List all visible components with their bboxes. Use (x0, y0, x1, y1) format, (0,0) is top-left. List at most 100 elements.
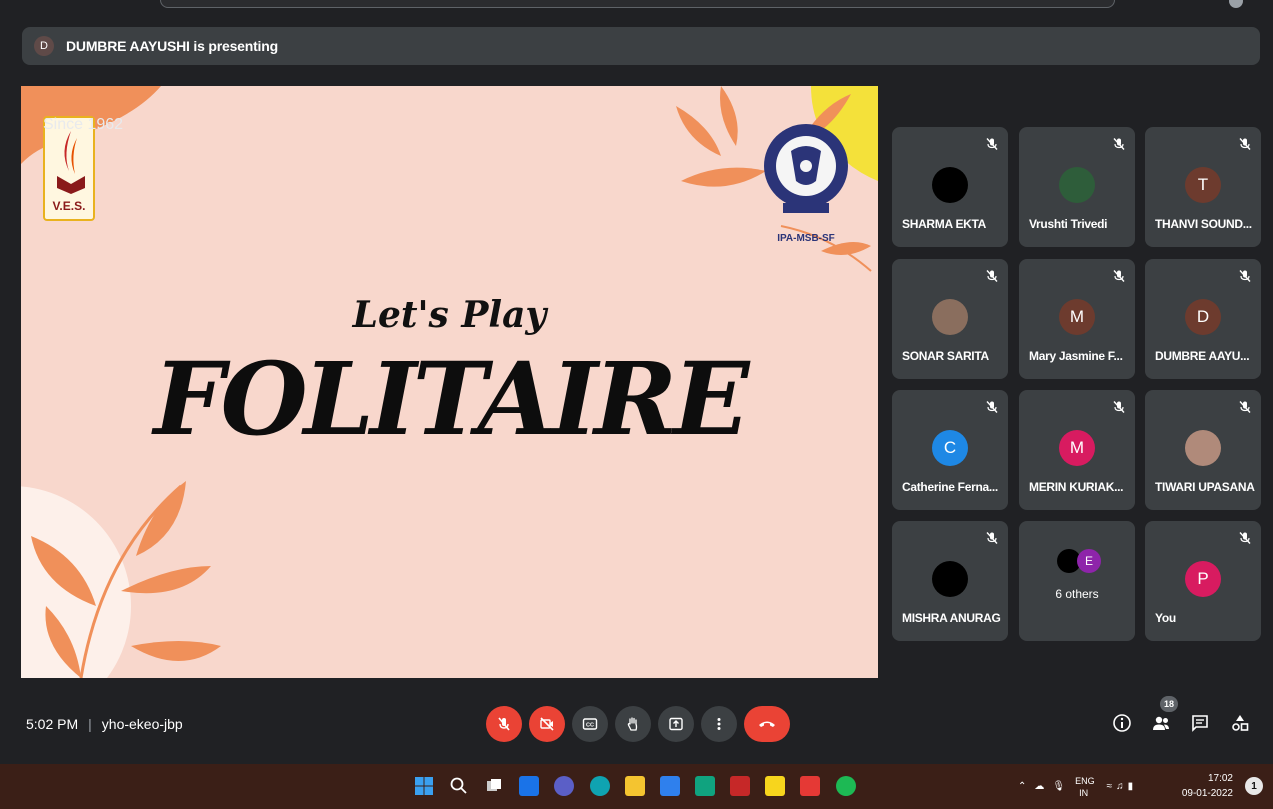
participant-avatar: T (1185, 167, 1221, 203)
participant-avatar (932, 561, 968, 597)
mic-off-icon (985, 137, 999, 151)
meeting-code[interactable]: yho-ekeo-jbp (102, 716, 183, 732)
end-call-icon (759, 721, 775, 727)
sticky-notes-icon[interactable] (765, 776, 785, 796)
taskbar-time: 17:02 (1207, 773, 1233, 784)
mic-off-icon (1112, 400, 1126, 414)
participant-avatar: P (1185, 561, 1221, 597)
more-options-button[interactable] (701, 706, 737, 742)
mcafee-icon[interactable] (730, 776, 750, 796)
spotify-icon[interactable] (836, 776, 856, 796)
taskbar-date: 09-01-2022 (1181, 788, 1233, 799)
participant-tile[interactable]: Vrushti Trivedi (1019, 127, 1135, 247)
participant-tile[interactable]: M MERIN KURIAK... (1019, 390, 1135, 510)
svg-text:CC: CC (586, 723, 594, 729)
participant-tile[interactable]: SONAR SARITA (892, 259, 1008, 379)
participant-avatar: D (1185, 299, 1221, 335)
presentation-slide: V.E.S. Since 1962 IPA-MSB-SF Let's Play … (21, 86, 878, 678)
meeting-time: 5:02 PM (26, 716, 79, 732)
language-indicator[interactable]: ENG IN (1075, 775, 1095, 799)
chevron-up-icon[interactable]: ⌃ (1018, 781, 1026, 792)
participant-avatar: M (1059, 430, 1095, 466)
widgets-icon[interactable] (519, 776, 539, 796)
camera-toggle-button[interactable] (529, 706, 565, 742)
participant-name: DUMBRE AAYU... (1155, 349, 1250, 363)
hand-icon (627, 717, 638, 731)
participant-tile[interactable]: C Catherine Ferna... (892, 390, 1008, 510)
participant-tile[interactable]: MISHRA ANURAG (892, 521, 1008, 641)
participant-tile[interactable]: D DUMBRE AAYU... (1145, 259, 1261, 379)
mail-icon[interactable] (660, 776, 680, 796)
activities-icon (1232, 715, 1249, 731)
participant-avatar: C (932, 430, 968, 466)
participant-avatar: E (1077, 549, 1101, 573)
participant-name: Vrushti Trivedi (1029, 217, 1108, 231)
lang-bottom: IN (1079, 787, 1089, 798)
participant-avatar: M (1059, 299, 1095, 335)
browser-profile-icon[interactable] (1229, 0, 1243, 8)
chat-icon (1192, 715, 1208, 732)
ves-since-label: Since 1962 (43, 116, 124, 133)
mic-toggle-button[interactable] (486, 706, 522, 742)
participant-tile[interactable]: E 6 others (1019, 521, 1135, 641)
people-button[interactable] (1150, 712, 1172, 734)
ipa-logo-label: IPA-MSB-SF (777, 233, 835, 244)
slide-subtitle: Let's Play (352, 294, 547, 336)
more-vert-icon (717, 718, 721, 730)
participant-name: MISHRA ANURAG (902, 611, 1001, 625)
meeting-info-separator: | (88, 716, 92, 732)
participant-tile[interactable]: T THANVI SOUND... (1145, 127, 1261, 247)
app-l-icon[interactable] (695, 776, 715, 796)
people-count-badge: 18 (1160, 696, 1178, 712)
participant-grid: SHARMA EKTA Vrushti Trivedi T THANVI SOUND.… (892, 127, 1264, 641)
info-icon (1113, 714, 1131, 732)
task-view-icon[interactable] (484, 776, 504, 796)
present-screen-button[interactable] (658, 706, 694, 742)
participant-tile[interactable]: P You (1145, 521, 1261, 641)
taskbar-clock[interactable]: 17:02 09-01-2022 (1182, 771, 1233, 801)
system-tray: ⌃ ☁ 🎙 ENG IN ≈ ♫ ▮ (1018, 764, 1133, 809)
activities-button[interactable] (1229, 712, 1251, 734)
participant-tile[interactable]: SHARMA EKTA (892, 127, 1008, 247)
lang-top: ENG (1075, 775, 1095, 786)
windows-start-icon[interactable] (414, 776, 434, 796)
meeting-control-bar: 5:02 PM | yho-ekeo-jbp CC 18 (0, 690, 1273, 764)
participant-tile[interactable]: M Mary Jasmine F... (1019, 259, 1135, 379)
browser-top-strip (0, 0, 1273, 14)
participant-name: Mary Jasmine F... (1029, 349, 1123, 363)
address-bar[interactable] (160, 0, 1115, 8)
meeting-info: 5:02 PM | yho-ekeo-jbp (26, 716, 183, 732)
search-icon[interactable] (449, 776, 469, 796)
mic-off-icon (498, 717, 510, 731)
mic-off-icon (985, 269, 999, 283)
slide-title: FOLITAIRE (153, 340, 750, 458)
captions-icon: CC (582, 718, 598, 730)
mic-off-icon (1238, 269, 1252, 283)
edge-browser-icon[interactable] (590, 776, 610, 796)
teams-chat-icon[interactable] (554, 776, 574, 796)
captions-button[interactable]: CC (572, 706, 608, 742)
file-explorer-icon[interactable] (625, 776, 645, 796)
presenter-avatar: D (34, 36, 54, 56)
participant-name: SHARMA EKTA (902, 217, 987, 231)
raise-hand-button[interactable] (615, 706, 651, 742)
meeting-details-button[interactable] (1111, 712, 1133, 734)
participant-name: You (1155, 611, 1176, 625)
mic-off-icon (1238, 137, 1252, 151)
office-icon[interactable] (800, 776, 820, 796)
camera-off-icon (540, 717, 554, 731)
microphone-icon[interactable]: 🎙 (1052, 781, 1065, 792)
volume-icon[interactable]: ♫ (1116, 781, 1124, 792)
battery-icon[interactable]: ▮ (1128, 781, 1134, 792)
ipa-logo: IPA-MSB-SF (761, 111, 851, 251)
leave-call-button[interactable] (744, 706, 790, 742)
participant-avatar (932, 299, 968, 335)
mic-off-icon (1112, 269, 1126, 283)
notification-badge[interactable]: 1 (1245, 777, 1263, 795)
wifi-icon[interactable]: ≈ (1107, 781, 1113, 792)
participant-avatar (932, 167, 968, 203)
participant-avatar (1185, 430, 1221, 466)
chat-button[interactable] (1189, 712, 1211, 734)
participant-tile[interactable]: TIWARI UPASANA (1145, 390, 1261, 510)
cloud-icon[interactable]: ☁ (1034, 781, 1044, 792)
